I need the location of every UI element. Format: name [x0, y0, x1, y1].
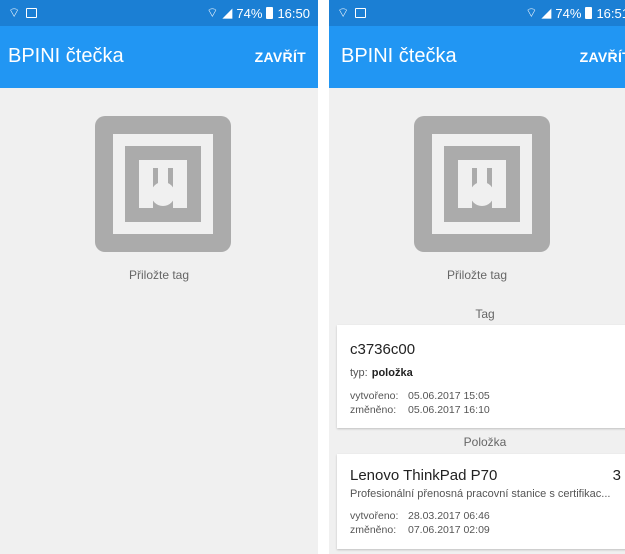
status-bar: ⌔ ⌔ ◢ 74% 16:51 — [329, 0, 625, 26]
created-value: 28.03.2017 06:46 — [408, 510, 490, 522]
tag-section-header: Tag — [475, 307, 495, 321]
app-bar: BPINI čtečka ZAVŘÍT — [329, 26, 625, 88]
battery-percent: 74% — [236, 5, 263, 21]
changed-value: 05.06.2017 16:10 — [408, 404, 490, 416]
screen-after-scan: ⌔ ⌔ ◢ 74% 16:51 BPINI čtečka ZAVŘÍT Přil… — [329, 0, 625, 554]
changed-value: 07.06.2017 02:09 — [408, 524, 490, 536]
changed-label: změněno: — [350, 404, 397, 416]
wifi-icon: ⌔ — [337, 5, 350, 20]
app-title: BPINI čtečka — [341, 45, 457, 67]
tag-type-value: položka — [371, 367, 413, 379]
item-description: Profesionální přenosná pracovní stanice … — [350, 488, 611, 500]
created-label: vytvořeno: — [350, 390, 399, 402]
close-button[interactable]: ZAVŘÍT — [255, 49, 306, 65]
tag-card[interactable]: c3736c00 typ: položka vytvořeno: 05.06.201… — [337, 325, 625, 428]
item-quantity: 3 — [612, 467, 621, 484]
tag-timestamps: vytvořeno: 05.06.2017 15:05 změněno: 05.06… — [350, 389, 490, 417]
item-card[interactable]: Lenovo ThinkPad P70 3 Profesionální přen… — [337, 454, 625, 549]
item-timestamps: vytvořeno: 28.03.2017 06:46 změněno: 07.06… — [350, 509, 490, 537]
wifi-icon: ⌔ — [8, 5, 21, 20]
image-notification-icon — [355, 8, 367, 18]
battery-icon — [266, 7, 274, 19]
created-value: 05.06.2017 15:05 — [408, 390, 490, 402]
battery-percent: 74% — [555, 5, 582, 21]
wifi-signal-icon: ⌔ — [525, 5, 538, 20]
changed-label: změněno: — [350, 524, 397, 536]
nfc-tag-icon — [95, 116, 231, 252]
wifi-signal-icon: ⌔ — [206, 5, 219, 20]
screen-before-scan: ⌔ ⌔ ◢ 74% 16:50 BPINI čtečka ZAVŘÍT Přil… — [0, 0, 318, 554]
tag-type: typ: položka — [350, 367, 413, 379]
created-label: vytvořeno: — [350, 510, 399, 522]
clock: 16:50 — [277, 5, 310, 21]
app-title: BPINI čtečka — [8, 45, 124, 67]
attach-tag-hint: Přiložte tag — [446, 268, 508, 282]
image-notification-icon — [26, 8, 38, 18]
cell-signal-icon: ◢ — [222, 5, 233, 20]
status-bar: ⌔ ⌔ ◢ 74% 16:50 — [0, 0, 318, 26]
item-section-header: Položka — [463, 435, 507, 449]
app-bar: BPINI čtečka ZAVŘÍT — [0, 26, 318, 88]
clock: 16:51 — [596, 5, 625, 21]
close-button[interactable]: ZAVŘÍT — [580, 49, 625, 65]
battery-icon — [585, 7, 593, 19]
cell-signal-icon: ◢ — [541, 5, 552, 20]
item-name: Lenovo ThinkPad P70 — [350, 467, 498, 484]
attach-tag-hint: Přiložte tag — [128, 268, 190, 282]
tag-id: c3736c00 — [350, 341, 416, 358]
nfc-tag-icon — [414, 116, 550, 252]
tag-type-label: typ: — [350, 367, 368, 379]
